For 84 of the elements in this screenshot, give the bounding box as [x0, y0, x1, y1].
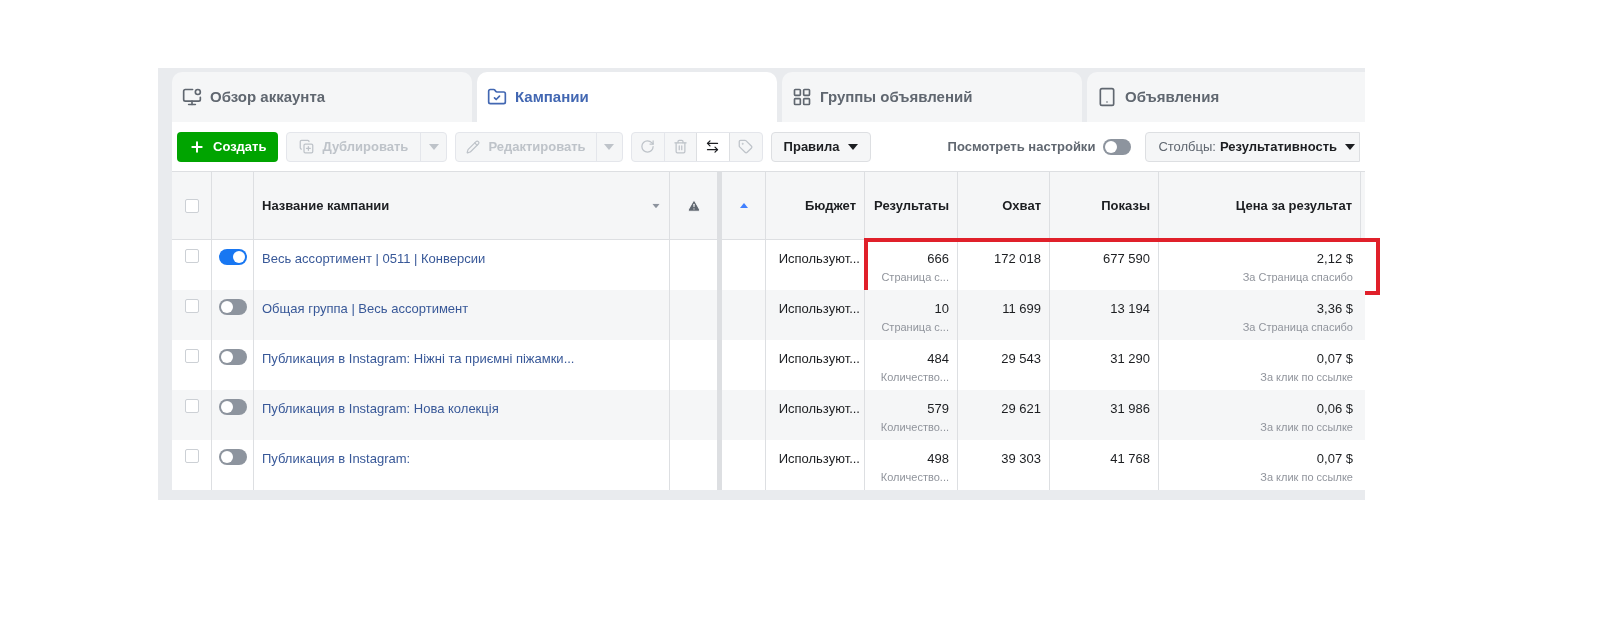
tablet-icon	[1097, 87, 1117, 107]
reach-value: 172 018	[994, 250, 1041, 268]
impressions-value: 31 290	[1110, 350, 1150, 368]
caret-icon	[1345, 143, 1355, 150]
monitor-icon	[182, 87, 202, 107]
impressions-value: 31 986	[1110, 400, 1150, 418]
campaign-link[interactable]: Общая группа | Весь ассортимент	[262, 301, 469, 316]
folder-check-icon	[487, 87, 507, 107]
result-type: Страница с...	[881, 319, 949, 335]
impressions-value: 677 590	[1103, 250, 1150, 268]
checkbox[interactable]	[184, 449, 199, 463]
caret-icon	[847, 143, 858, 150]
caret-icon	[428, 143, 439, 150]
reach-value: 39 303	[1001, 450, 1041, 468]
rules-button[interactable]: Правила	[770, 131, 871, 162]
view-settings-label: Посмотреть настройки	[947, 137, 1096, 156]
results-value: 666	[927, 250, 949, 268]
column-header[interactable]: Бюджет	[805, 195, 856, 216]
result-type: Количество...	[880, 369, 949, 385]
campaign-link[interactable]: Публикация в Instagram: Нова колекція	[262, 401, 499, 416]
tab[interactable]: Обзор аккаунта	[172, 72, 472, 122]
budget-text: Используют...	[778, 350, 860, 368]
impressions-value: 13 194	[1110, 300, 1150, 318]
sort-up-icon[interactable]	[739, 203, 748, 208]
toggle-switch[interactable]	[218, 349, 247, 365]
refresh-icon	[640, 139, 656, 154]
campaign-link[interactable]: Публикация в Instagram:	[262, 451, 411, 466]
caret-icon	[652, 203, 660, 208]
reach-value: 11 699	[1002, 300, 1041, 318]
cost-type: За Страница спасибо	[1242, 269, 1353, 285]
budget-text: Используют...	[778, 400, 860, 418]
plus-icon	[189, 138, 205, 155]
cost-value: 0,06 $	[1316, 400, 1353, 418]
toggle-switch[interactable]	[218, 249, 247, 265]
column-header[interactable]: Цена за результат	[1235, 195, 1352, 216]
caret-icon	[604, 143, 615, 150]
checkbox[interactable]	[184, 198, 199, 213]
cost-type: За клик по ссылке	[1260, 419, 1353, 435]
column-header[interactable]: Результаты	[874, 195, 949, 216]
result-type: Количество...	[880, 419, 949, 435]
impressions-value: 41 768	[1110, 450, 1150, 468]
results-value: 10	[934, 300, 949, 318]
campaign-link[interactable]: Весь ассортимент | 0511 | Конверсии	[262, 251, 486, 266]
checkbox[interactable]	[184, 299, 199, 313]
cost-value: 2,12 $	[1316, 250, 1353, 268]
checkbox[interactable]	[184, 249, 199, 263]
column-header[interactable]: Название кампании	[262, 195, 390, 216]
toggle-switch[interactable]	[218, 299, 247, 315]
results-value: 498	[927, 450, 949, 468]
toggle-switch[interactable]	[218, 399, 247, 415]
column-header[interactable]: Охват	[1002, 195, 1041, 216]
tab[interactable]: Группы объявлений	[782, 72, 1082, 122]
checkbox[interactable]	[184, 349, 199, 363]
results-value: 579	[927, 400, 949, 418]
toggle-switch[interactable]	[218, 449, 247, 465]
cost-value: 3,36 $	[1316, 300, 1353, 318]
tab[interactable]: Кампании	[477, 72, 777, 122]
campaign-link[interactable]: Публикация в Instagram: Ніжні та приємні піжамки...	[262, 351, 575, 366]
column-header[interactable]: Показы	[1101, 195, 1150, 216]
cost-value: 0,07 $	[1316, 350, 1353, 368]
copy-icon	[299, 139, 315, 154]
reach-value: 29 621	[1001, 400, 1041, 418]
budget-text: Используют...	[778, 450, 860, 468]
cost-type: За Страница спасибо	[1242, 319, 1353, 335]
toggle-switch[interactable]	[1103, 138, 1132, 155]
checkbox[interactable]	[184, 399, 199, 413]
swap-icon	[705, 139, 721, 154]
grid-icon	[792, 87, 812, 107]
tab[interactable]: Объявления	[1087, 72, 1365, 122]
cost-type: За клик по ссылке	[1260, 469, 1353, 485]
results-value: 484	[927, 350, 949, 368]
budget-text: Используют...	[778, 250, 860, 268]
result-type: Страница с...	[881, 269, 949, 285]
tag-icon	[738, 139, 754, 154]
columns-button[interactable]: Столбцы: Результативность	[1145, 131, 1360, 162]
warning-icon	[686, 198, 701, 213]
result-type: Количество...	[880, 469, 949, 485]
pencil-icon	[466, 139, 481, 154]
cost-type: За клик по ссылке	[1260, 369, 1353, 385]
cost-value: 0,07 $	[1316, 450, 1353, 468]
swap-button[interactable]	[695, 132, 730, 161]
trash-icon	[672, 139, 688, 154]
reach-value: 29 543	[1001, 350, 1041, 368]
budget-text: Используют...	[778, 300, 860, 318]
